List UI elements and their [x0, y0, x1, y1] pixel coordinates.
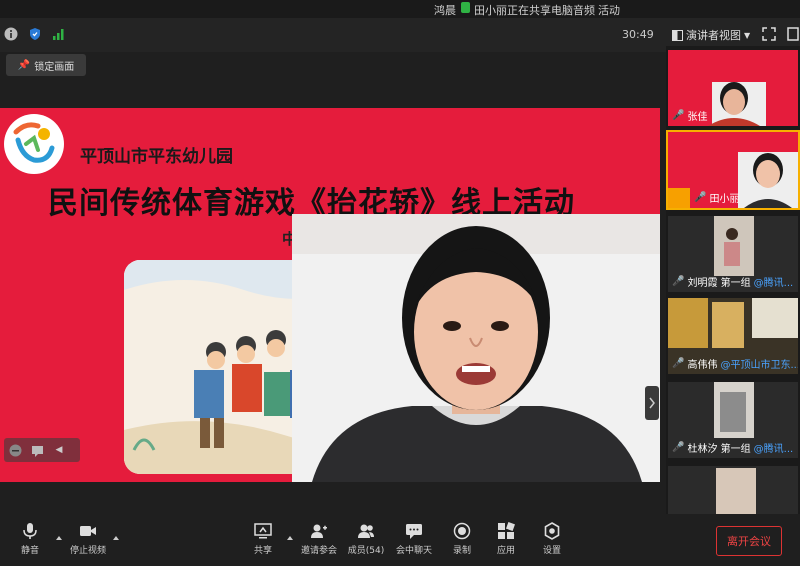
signal-icon[interactable]: [52, 27, 66, 41]
gear-icon: [544, 522, 560, 540]
invite-label: 邀请参会: [300, 546, 337, 556]
host-name: 鸿晨: [434, 4, 456, 17]
participant-org: @腾讯...: [753, 444, 794, 455]
lock-screen-button[interactable]: 📌 锁定画面: [6, 54, 86, 76]
info-icon[interactable]: [4, 27, 18, 41]
participant-name: 杜林汐 第一组: [687, 444, 751, 455]
participant-video: [668, 466, 798, 514]
shared-screen: 平顶山市平东幼儿园 民间传统体育游戏《抬花轿》线上活动 中二班: [0, 108, 660, 482]
members-label: 成员(54): [347, 546, 385, 556]
participant-name: 张佳: [687, 112, 708, 123]
microphone-icon: 🎤: [672, 442, 685, 453]
lock-screen-label: 锁定画面: [34, 61, 75, 73]
annotation-controls[interactable]: ◀: [4, 438, 80, 462]
school-name: 平顶山市平东幼儿园: [80, 147, 233, 167]
participant-tile[interactable]: 🎤 高伟伟 @平顶山市卫东...: [668, 298, 798, 374]
microphone-icon: 🎤: [672, 110, 685, 121]
stop-video-label: 停止视频: [69, 546, 106, 556]
participant-name: 田小丽: [709, 194, 740, 205]
settings-label: 设置: [542, 546, 561, 556]
pin-icon: 📌: [17, 59, 31, 71]
notice-suffix: 活动: [598, 4, 620, 17]
collapse-left-icon[interactable]: ◀: [48, 438, 70, 462]
apps-icon: [498, 522, 515, 539]
microphone-icon: 🎤: [694, 192, 707, 203]
participant-org: @平顶山市卫东...: [720, 360, 798, 371]
sharing-notice: 田小丽正在共享电脑音频: [474, 4, 595, 17]
settings-button[interactable]: 设置: [522, 522, 582, 562]
microphone-icon: [23, 523, 37, 539]
window-icon[interactable]: [786, 27, 800, 41]
participant-tile[interactable]: 🎤 刘明霞 第一组 @腾讯...: [668, 216, 798, 292]
participant-tile-active[interactable]: 🎤 田小丽: [666, 130, 800, 210]
chat-label: 会中聊天: [395, 546, 432, 556]
presenter-video: [292, 214, 660, 482]
participant-tile[interactable]: 🎤 杜林汐 第一组 @腾讯...: [668, 382, 798, 458]
participant-caption: 🎤 田小丽: [694, 190, 739, 205]
leave-meeting-button[interactable]: 离开会议: [716, 526, 782, 556]
grid-view-icon: [672, 29, 683, 41]
meeting-window: 鸿晨 田小丽正在共享电脑音频 活动 30:49 演讲者视图 ▼ 📌 锁定画面 平…: [0, 0, 800, 566]
mute-label: 静音: [20, 546, 39, 556]
participant-org: @腾讯...: [753, 278, 794, 289]
share-screen-icon: [254, 523, 272, 539]
chevron-right-icon: [649, 397, 655, 409]
meeting-timer: 30:49: [622, 28, 654, 41]
record-icon: [453, 522, 471, 540]
share-button[interactable]: 共享: [233, 522, 293, 562]
participant-tile[interactable]: 🎤 张佳: [668, 50, 798, 126]
camera-icon: [80, 526, 96, 536]
add-user-icon: [311, 524, 327, 538]
notification-strip: 鸿晨 田小丽正在共享电脑音频 活动: [0, 0, 800, 18]
microphone-icon: 🎤: [672, 276, 685, 287]
participant-caption: 🎤 高伟伟 @平顶山市卫东...: [672, 356, 798, 371]
meeting-toolbar: 静音 停止视频 共享 邀请参会 成员(54) 会中聊天 录制 应用 设置 离开会…: [0, 514, 800, 566]
participant-caption: 🎤 张佳: [672, 108, 707, 123]
share-indicator-icon: [461, 2, 470, 13]
annotate-icon[interactable]: [4, 438, 26, 462]
panel-collapse-handle[interactable]: [645, 386, 659, 420]
participant-name: 刘明霞 第一组: [687, 278, 751, 289]
mute-button[interactable]: 静音: [0, 522, 60, 562]
stop-video-button[interactable]: 停止视频: [58, 522, 118, 562]
shield-icon[interactable]: [28, 27, 42, 41]
record-label: 录制: [452, 546, 471, 556]
microphone-icon: 🎤: [672, 358, 685, 369]
chat-icon: [406, 524, 422, 539]
participant-caption: 🎤 刘明霞 第一组 @腾讯...: [672, 274, 793, 289]
comment-icon[interactable]: [26, 438, 48, 462]
speaker-view-button[interactable]: 演讲者视图 ▼: [672, 27, 750, 43]
participant-tile[interactable]: [668, 466, 798, 514]
apps-label: 应用: [496, 546, 515, 556]
video-options-icon[interactable]: [113, 536, 119, 540]
chevron-down-icon: ▼: [744, 30, 751, 40]
participant-panel: 🎤 张佳 🎤 田小丽 🎤 刘明霞 第一组 @腾讯... 🎤 高伟伟 @平顶山市卫…: [666, 46, 800, 514]
participant-caption: 🎤 杜林汐 第一组 @腾讯...: [672, 440, 793, 455]
share-label: 共享: [253, 546, 272, 556]
participant-name: 高伟伟: [687, 360, 718, 371]
view-label: 演讲者视图: [686, 29, 741, 42]
fullscreen-icon[interactable]: [762, 27, 776, 41]
members-icon: [358, 524, 374, 538]
kindergarten-logo: [4, 114, 64, 174]
